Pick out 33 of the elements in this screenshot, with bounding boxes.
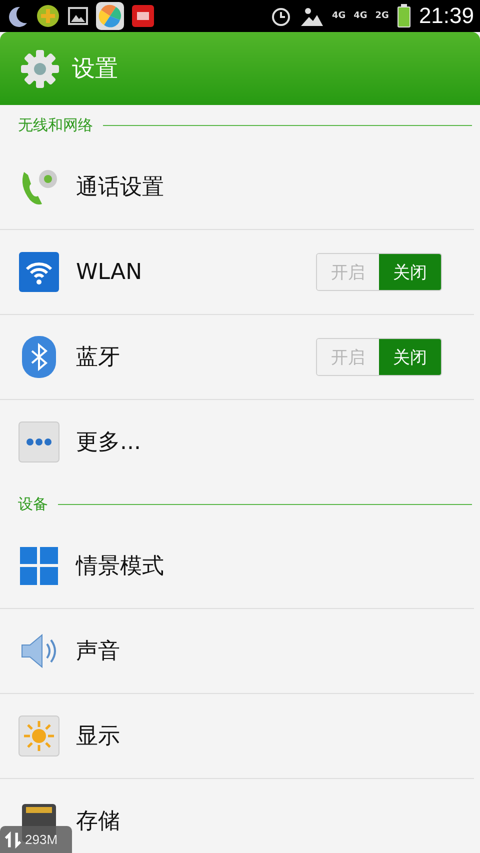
memory-label: 293M bbox=[25, 832, 58, 847]
weather-icon bbox=[300, 5, 324, 27]
section-title: 设备 bbox=[18, 494, 48, 514]
setting-label[interactable]: WLAN bbox=[76, 260, 142, 284]
tiles-icon bbox=[18, 545, 60, 587]
app-icon bbox=[36, 4, 60, 28]
setting-label[interactable]: 声音 bbox=[76, 636, 120, 666]
network-type: 4G bbox=[332, 12, 346, 20]
moon-icon bbox=[6, 5, 28, 27]
alarm-icon bbox=[270, 5, 292, 27]
image-icon bbox=[68, 7, 88, 25]
off-option[interactable]: 关闭 bbox=[379, 339, 441, 375]
clock: 21:39 bbox=[418, 3, 474, 29]
battery-icon bbox=[396, 4, 411, 28]
setting-label[interactable]: 存储 bbox=[76, 806, 120, 836]
off-option[interactable]: 关闭 bbox=[379, 254, 441, 290]
settings-icon bbox=[20, 48, 60, 88]
setting-label[interactable]: 显示 bbox=[76, 721, 120, 751]
app-icon bbox=[96, 2, 124, 30]
swap-arrows-icon bbox=[4, 830, 22, 850]
setting-label[interactable]: 情景模式 bbox=[76, 551, 164, 581]
sun-icon bbox=[18, 715, 60, 757]
section-title: 无线和网络 bbox=[18, 116, 93, 134]
wifi-icon bbox=[18, 251, 60, 293]
sim-signal-label: 4G bbox=[354, 12, 368, 20]
setting-label[interactable]: 蓝牙 bbox=[76, 342, 120, 372]
sim-signal-label: 2G bbox=[375, 12, 389, 20]
more-icon bbox=[18, 421, 60, 463]
setting-label[interactable]: 更多... bbox=[76, 427, 141, 457]
setting-label[interactable]: 通话设置 bbox=[76, 172, 164, 202]
page-title: 设置 bbox=[72, 55, 118, 84]
floating-memory-widget[interactable]: 293M bbox=[0, 826, 72, 853]
app-icon bbox=[132, 5, 154, 27]
